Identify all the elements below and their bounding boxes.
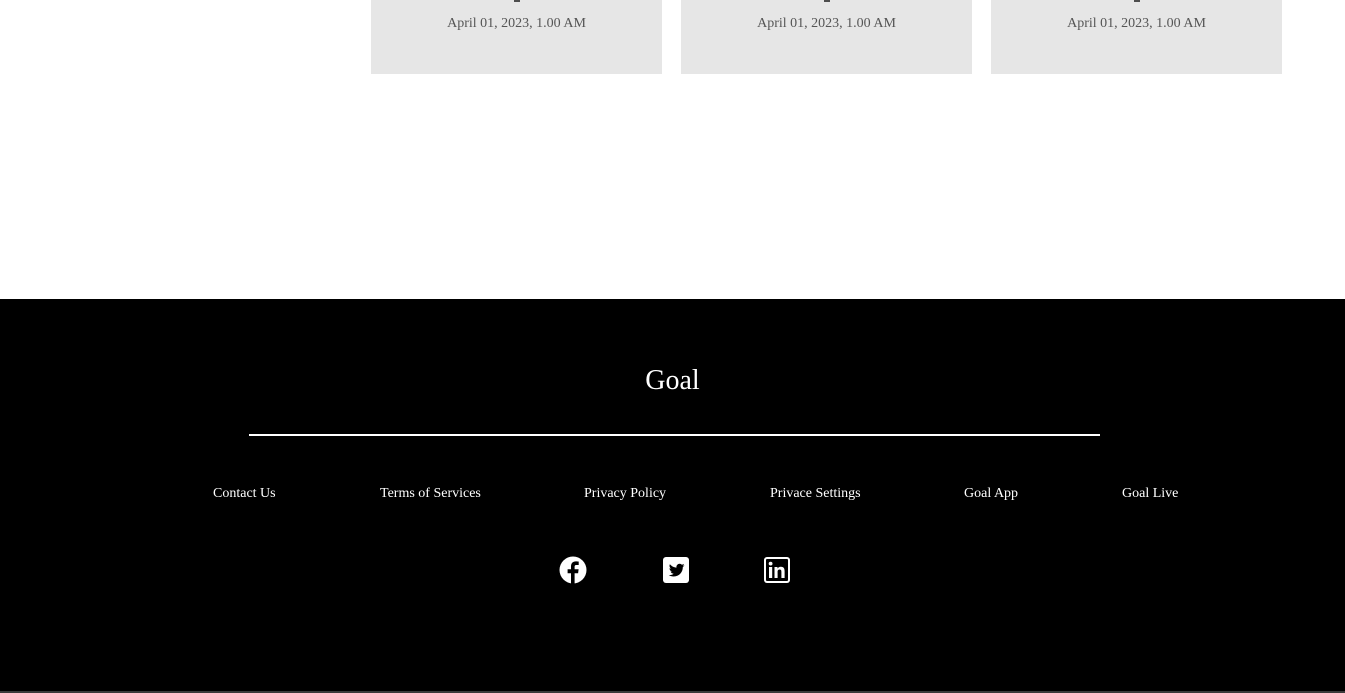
footer-link-terms-of-services[interactable]: Terms of Services [380,486,481,502]
card-date: April 01, 2023, 1.00 AM [757,16,896,31]
article-card[interactable]: April 01, 2023, 1.00 AM [991,0,1282,74]
twitter-icon[interactable] [662,556,690,584]
footer-link-goal-app[interactable]: Goal App [964,486,1018,502]
card-title-fragment [991,0,1282,2]
site-footer: Goal Contact Us Terms of Services Privac… [0,299,1345,693]
facebook-icon[interactable] [559,556,587,584]
footer-link-privacy-settings[interactable]: Privace Settings [770,486,861,502]
linkedin-icon[interactable] [763,556,791,584]
card-title-fragment [681,0,972,2]
article-card[interactable]: April 01, 2023, 1.00 AM [681,0,972,74]
page: April 01, 2023, 1.00 AM April 01, 2023, … [0,0,1345,693]
footer-link-privacy-policy[interactable]: Privacy Policy [584,486,666,502]
article-cards-section: April 01, 2023, 1.00 AM April 01, 2023, … [0,0,1345,299]
card-title-fragment [371,0,662,2]
card-date: April 01, 2023, 1.00 AM [1067,16,1206,31]
footer-brand: Goal [645,365,700,396]
footer-link-goal-live[interactable]: Goal Live [1122,486,1178,502]
article-card[interactable]: April 01, 2023, 1.00 AM [371,0,662,74]
footer-link-contact-us[interactable]: Contact Us [213,486,276,502]
footer-divider [249,434,1100,436]
card-date: April 01, 2023, 1.00 AM [447,16,586,31]
